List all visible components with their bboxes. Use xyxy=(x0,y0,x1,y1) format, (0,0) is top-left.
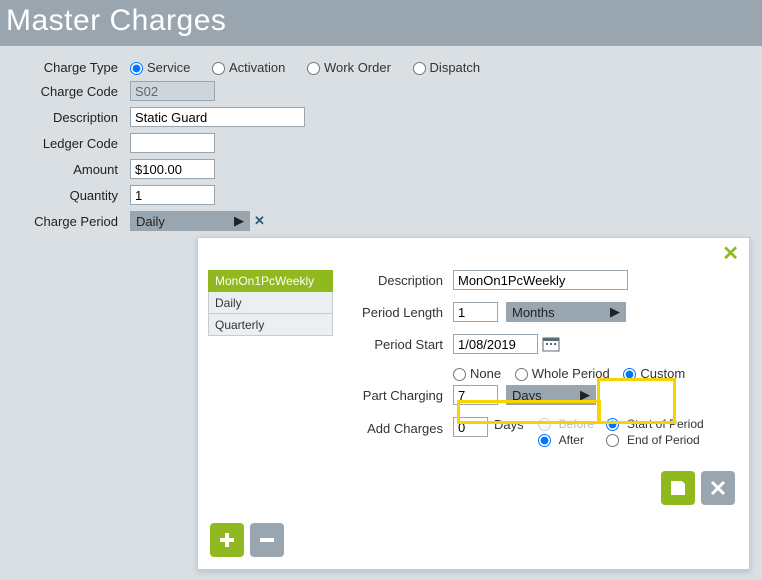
amount-label: Amount xyxy=(10,162,130,177)
quantity-label: Quantity xyxy=(10,188,130,203)
add-charges-input[interactable] xyxy=(453,417,488,437)
calendar-icon[interactable] xyxy=(542,335,560,353)
period-detail-form: Description Period Length Months ▶ Perio… xyxy=(353,270,739,459)
timing-before: Before xyxy=(538,417,594,431)
title-bar: Master Charges xyxy=(0,0,762,46)
charge-code-input xyxy=(130,81,215,101)
period-item-mononpcweekly[interactable]: MonOn1PcWeekly xyxy=(208,270,333,292)
charge-type-activation[interactable]: Activation xyxy=(212,60,285,75)
charge-type-service[interactable]: Service xyxy=(130,60,190,75)
charge-period-dropdown[interactable]: Daily ▶ xyxy=(130,211,250,231)
period-length-label: Period Length xyxy=(353,305,453,320)
clear-charge-period-icon[interactable]: ✕ xyxy=(254,213,265,229)
period-item-daily[interactable]: Daily xyxy=(208,292,333,314)
close-panel-icon[interactable]: ✕ xyxy=(722,244,739,264)
part-charging-whole[interactable]: Whole Period xyxy=(515,366,610,381)
period-start-input[interactable] xyxy=(453,334,538,354)
dropdown-arrow-icon: ▶ xyxy=(610,304,620,320)
part-charging-label: Part Charging xyxy=(353,388,453,403)
cancel-button[interactable] xyxy=(701,471,735,505)
timing-after[interactable]: After xyxy=(538,433,594,447)
add-charges-label: Add Charges xyxy=(353,417,453,436)
description-input[interactable] xyxy=(130,107,305,127)
charge-type-work-order[interactable]: Work Order xyxy=(307,60,391,75)
remove-period-button[interactable] xyxy=(250,523,284,557)
part-charging-none[interactable]: None xyxy=(453,366,501,381)
part-charging-value-input[interactable] xyxy=(453,385,498,405)
amount-input[interactable] xyxy=(130,159,215,179)
quantity-input[interactable] xyxy=(130,185,215,205)
part-charging-custom[interactable]: Custom xyxy=(623,366,685,381)
panel-description-label: Description xyxy=(353,273,453,288)
charge-code-label: Charge Code xyxy=(10,84,130,99)
dropdown-arrow-icon: ▶ xyxy=(234,213,244,229)
charge-type-label: Charge Type xyxy=(10,60,130,75)
charge-period-panel: ✕ MonOn1PcWeekly Daily Quarterly Descrip… xyxy=(197,237,750,570)
period-start-label: Period Start xyxy=(353,337,453,352)
page-title: Master Charges xyxy=(6,4,226,38)
description-label: Description xyxy=(10,110,130,125)
dropdown-arrow-icon: ▶ xyxy=(580,387,590,403)
add-charges-unit: Days xyxy=(494,417,524,432)
timing-start-of-period[interactable]: Start of Period xyxy=(606,417,704,431)
ledger-code-input[interactable] xyxy=(130,133,215,153)
period-list: MonOn1PcWeekly Daily Quarterly xyxy=(208,270,333,459)
charge-period-label: Charge Period xyxy=(10,214,130,229)
part-charging-options: None Whole Period Custom xyxy=(453,366,695,381)
period-length-unit-dropdown[interactable]: Months ▶ xyxy=(506,302,626,322)
charge-type-dispatch[interactable]: Dispatch xyxy=(413,60,481,75)
save-button[interactable] xyxy=(661,471,695,505)
timing-end-of-period[interactable]: End of Period xyxy=(606,433,704,447)
period-length-input[interactable] xyxy=(453,302,498,322)
part-charging-unit-dropdown[interactable]: Days ▶ xyxy=(506,385,596,405)
period-item-quarterly[interactable]: Quarterly xyxy=(208,314,333,336)
panel-description-input[interactable] xyxy=(453,270,628,290)
add-period-button[interactable] xyxy=(210,523,244,557)
charge-type-group: Service Activation Work Order Dispatch xyxy=(130,60,498,75)
ledger-code-label: Ledger Code xyxy=(10,136,130,151)
main-form: Charge Type Service Activation Work Orde… xyxy=(0,46,762,247)
